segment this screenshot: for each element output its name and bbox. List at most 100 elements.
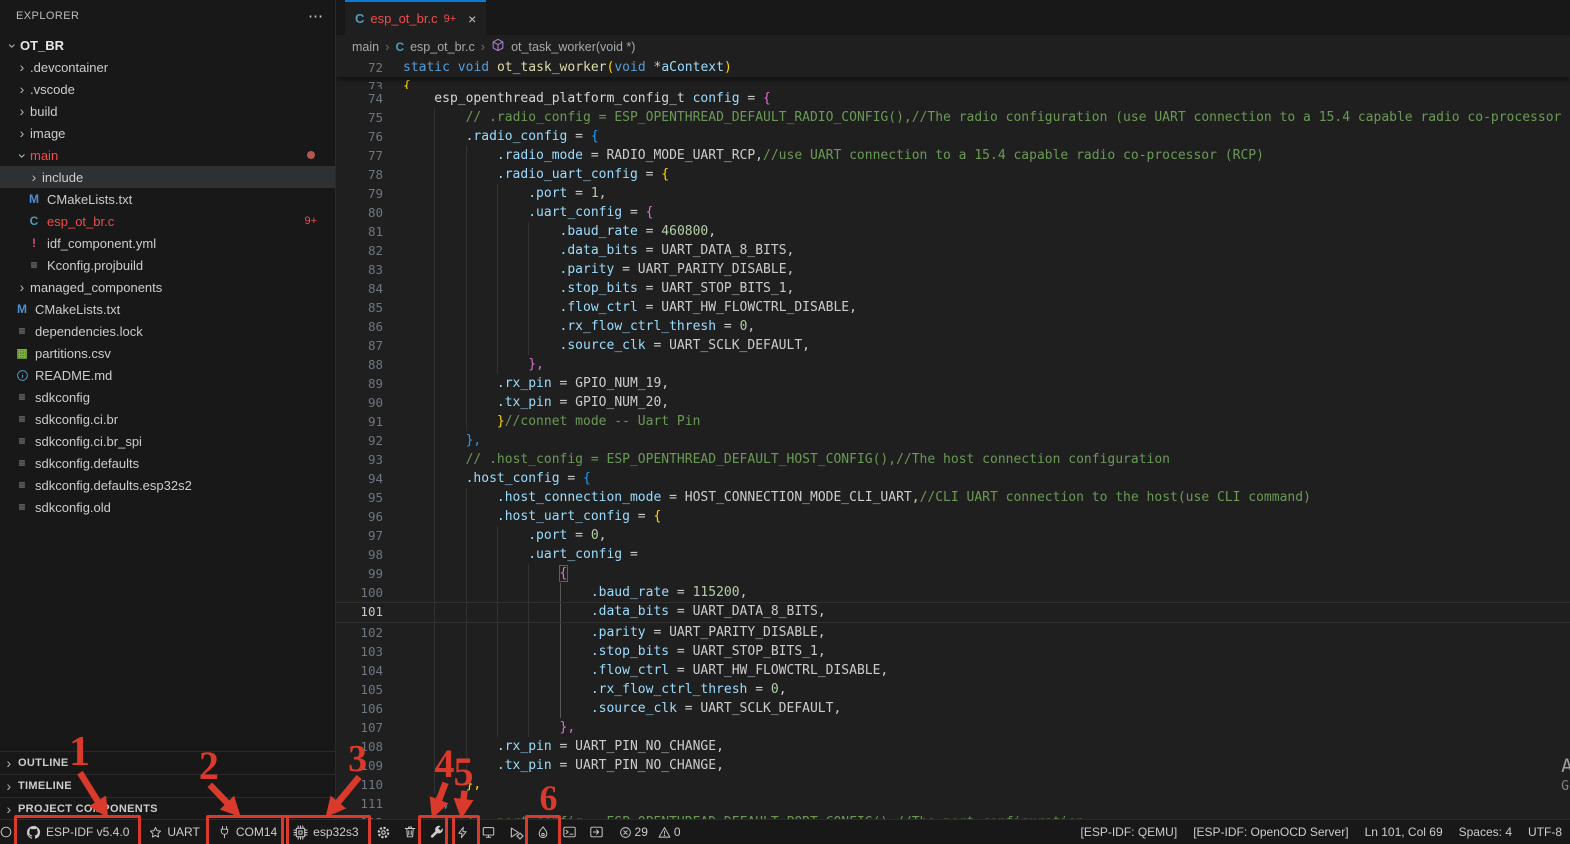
tree-item-sdkconfig-old[interactable]: ≡sdkconfig.old xyxy=(0,496,335,518)
ellipsis-icon[interactable]: ⋯ xyxy=(308,7,323,25)
line-number: 95 xyxy=(336,488,383,507)
status-device-target[interactable]: esp32s3 xyxy=(287,820,364,844)
status-open-idf-terminal[interactable] xyxy=(584,820,609,844)
list-file-icon: ≡ xyxy=(14,478,30,492)
line-number: 87 xyxy=(336,336,383,355)
status-full-clean[interactable] xyxy=(398,820,422,844)
tree-item-readme-md[interactable]: README.md xyxy=(0,364,335,386)
tree-item--devcontainer[interactable]: ›.devcontainer xyxy=(0,56,335,78)
tab-esp-ot-br[interactable]: C esp_ot_br.c 9+ × xyxy=(345,0,486,35)
status-bar: ESP-IDF v5.4.0 UART COM14esp32s3 290 [ESP-I… xyxy=(0,819,1570,844)
status-debug[interactable] xyxy=(503,820,529,844)
tree-item-idf-component-yml[interactable]: !idf_component.yml xyxy=(0,232,335,254)
breadcrumb-symbol[interactable]: ot_task_worker(void *) xyxy=(511,40,635,54)
tree-item-cmakelists-txt[interactable]: MCMakeLists.txt xyxy=(0,188,335,210)
breadcrumb-file[interactable]: esp_ot_br.c xyxy=(410,40,475,54)
list-file-icon: ≡ xyxy=(14,456,30,470)
explorer-header: EXPLORER ⋯ xyxy=(0,0,335,32)
status-label: UART xyxy=(167,825,199,839)
line-number: 102 xyxy=(336,623,383,642)
status-indentation[interactable]: Spaces: 4 xyxy=(1451,820,1520,844)
status-terminal[interactable] xyxy=(557,820,582,844)
chevron-right-icon: › xyxy=(0,778,18,794)
status-label: Ln 101, Col 69 xyxy=(1365,825,1443,839)
tree-item-build[interactable]: ›build xyxy=(0,100,335,122)
status-serial-port[interactable]: COM14 xyxy=(212,820,283,844)
section-timeline[interactable]: ›TIMELINE xyxy=(0,774,335,797)
tree-item-label: .devcontainer xyxy=(30,60,108,75)
status-monitor[interactable] xyxy=(476,820,501,844)
tree-item--vscode[interactable]: ›.vscode xyxy=(0,78,335,100)
status-problems[interactable]: 290 xyxy=(613,820,687,844)
breadcrumb-folder[interactable]: main xyxy=(352,40,379,54)
line-number: 97 xyxy=(336,526,383,545)
status-device-target-uart[interactable]: UART xyxy=(143,820,205,844)
chevron-right-icon: › xyxy=(14,279,30,295)
line-number: 106 xyxy=(336,699,383,718)
status-label: UTF-8 xyxy=(1528,825,1562,839)
chevron-right-icon: › xyxy=(26,169,42,185)
status-esp-idf-openocd[interactable]: [ESP-IDF: OpenOCD Server] xyxy=(1185,820,1356,844)
list-file-icon: ≡ xyxy=(14,500,30,514)
status-esp-idf-version[interactable]: ESP-IDF v5.4.0 xyxy=(20,820,135,844)
tree-item-sdkconfig-ci-br-spi[interactable]: ≡sdkconfig.ci.br_spi xyxy=(0,430,335,452)
tree-item-kconfig-projbuild[interactable]: ≡Kconfig.projbuild xyxy=(0,254,335,276)
line-number: 88 xyxy=(336,355,383,374)
line-number: 84 xyxy=(336,279,383,298)
tree-item-label: sdkconfig.defaults.esp32s2 xyxy=(35,478,192,493)
line-number: 81 xyxy=(336,222,383,241)
symbol-method-icon xyxy=(491,38,505,55)
chevron-right-icon: › xyxy=(14,81,30,97)
status-remote-indicator[interactable] xyxy=(0,820,18,844)
tree-item-partitions-csv[interactable]: ▦partitions.csv xyxy=(0,342,335,364)
status-label: [ESP-IDF: QEMU] xyxy=(1081,825,1178,839)
line-number: 76 xyxy=(336,127,383,146)
line-number: 90 xyxy=(336,393,383,412)
tree-item-cmakelists-txt[interactable]: MCMakeLists.txt xyxy=(0,298,335,320)
status-cursor-position[interactable]: Ln 101, Col 69 xyxy=(1357,820,1451,844)
status-flash[interactable] xyxy=(451,820,474,844)
code-line-80: 80.uart_config = { xyxy=(336,203,1570,222)
tree-item-managed-components[interactable]: ›managed_components xyxy=(0,276,335,298)
tree-item-sdkconfig-defaults[interactable]: ≡sdkconfig.defaults xyxy=(0,452,335,474)
code-line-110: 110}, xyxy=(336,775,1570,794)
chevron-right-icon: › xyxy=(481,39,485,54)
tree-item-sdkconfig[interactable]: ≡sdkconfig xyxy=(0,386,335,408)
chevron-right-icon: › xyxy=(14,59,30,75)
tree-item-label: README.md xyxy=(35,368,112,383)
tree-item-sdkconfig-defaults-esp32s2[interactable]: ≡ sdkconfig.defaults.esp32s2 xyxy=(0,474,335,496)
code-line-98: 98.uart_config = xyxy=(336,545,1570,564)
tree-item-sdkconfig-ci-br[interactable]: ≡sdkconfig.ci.br xyxy=(0,408,335,430)
tree-item-esp-ot-br-c[interactable]: Cesp_ot_br.c9+ xyxy=(0,210,335,232)
line-number: 77 xyxy=(336,146,383,165)
code-line-79: 79.port = 1, xyxy=(336,184,1570,203)
status-build[interactable] xyxy=(424,820,449,844)
tree-item-ot-br[interactable]: ›OT_BR xyxy=(0,34,335,56)
section-project-components[interactable]: ›PROJECT COMPONENTS xyxy=(0,797,335,820)
tree-item-include[interactable]: ›include xyxy=(0,166,335,188)
status-settings[interactable] xyxy=(371,820,396,844)
star-icon xyxy=(149,826,162,839)
vscode-window: EXPLORER ⋯ ›OT_BR›.devcontainer›.vscode›… xyxy=(0,0,1570,844)
tree-item-image[interactable]: ›image xyxy=(0,122,335,144)
status-encoding[interactable]: UTF-8 xyxy=(1520,820,1570,844)
tree-item-main[interactable]: ›main xyxy=(0,144,335,166)
code-line-73: 73{ xyxy=(336,77,1570,89)
cmake-file-icon: M xyxy=(26,192,42,206)
close-icon[interactable]: × xyxy=(468,11,476,27)
status-build-flash-monitor[interactable] xyxy=(531,820,555,844)
tree-item-dependencies-lock[interactable]: ≡dependencies.lock xyxy=(0,320,335,342)
section-outline[interactable]: ›OUTLINE xyxy=(0,751,335,774)
ghost-text-1: Ac xyxy=(1561,755,1570,777)
code-line-75: 75// .radio_config = ESP_OPENTHREAD_DEFA… xyxy=(336,108,1570,127)
code-viewport[interactable]: 72static void ot_task_worker(void *aCont… xyxy=(336,58,1570,820)
section-label: PROJECT COMPONENTS xyxy=(18,803,158,815)
code-lines: 74esp_openthread_platform_config_t confi… xyxy=(336,89,1570,820)
code-line-78: 78.radio_uart_config = { xyxy=(336,165,1570,184)
chevron-right-icon: › xyxy=(14,125,30,141)
line-number: 110 xyxy=(336,775,383,794)
line-number: 107 xyxy=(336,718,383,737)
status-esp-idf-qemu[interactable]: [ESP-IDF: QEMU] xyxy=(1073,820,1186,844)
code-line-103: 103.stop_bits = UART_STOP_BITS_1, xyxy=(336,642,1570,661)
code-line-104: 104.flow_ctrl = UART_HW_FLOWCTRL_DISABLE… xyxy=(336,661,1570,680)
